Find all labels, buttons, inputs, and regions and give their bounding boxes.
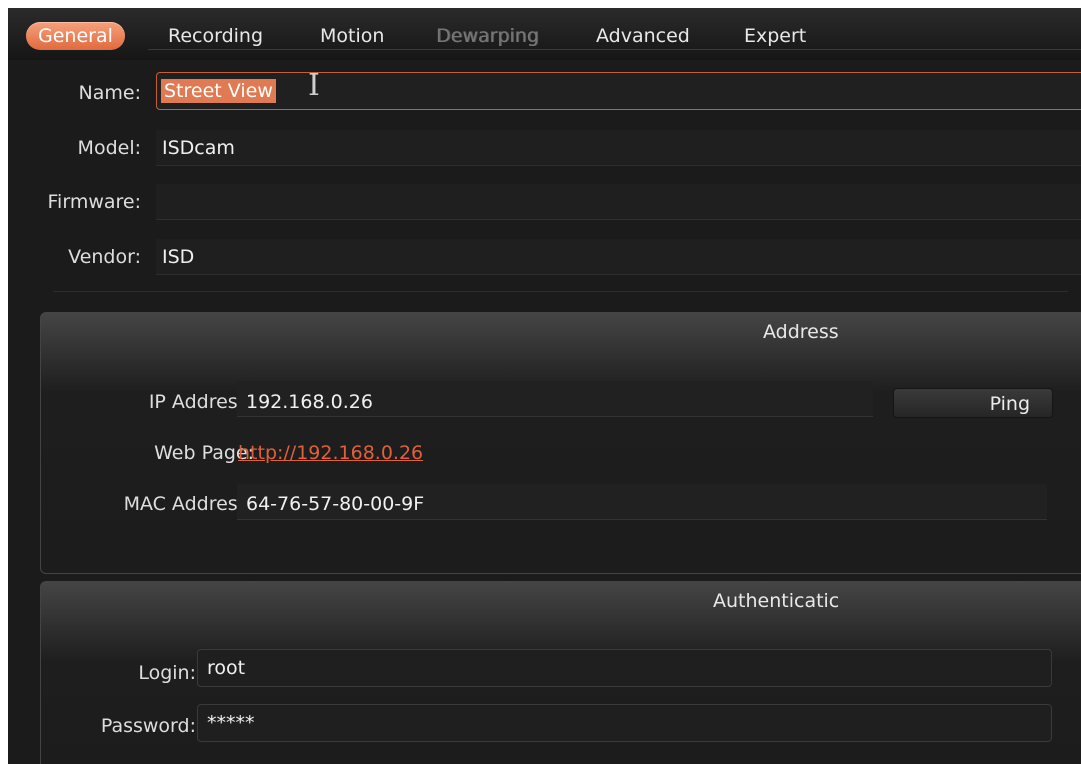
login-input[interactable]: root [197, 649, 1052, 687]
address-group: Address IP Address: 192.168.0.26 Ping We… [40, 312, 1081, 574]
tab-bar: General Recording Motion Dewarping Advan… [8, 8, 1081, 60]
name-input-selected-text: Street View [161, 79, 276, 103]
model-field: ISDcam [156, 130, 1081, 166]
name-input[interactable]: Street View [156, 72, 1081, 110]
text-cursor-icon: I [308, 68, 320, 103]
vendor-label: Vendor: [68, 246, 141, 268]
tab-general[interactable]: General [26, 22, 125, 50]
password-input[interactable]: ***** [197, 704, 1052, 742]
web-page-link[interactable]: http://192.168.0.26 [238, 442, 423, 464]
address-group-title: Address [763, 321, 839, 343]
firmware-label: Firmware: [47, 191, 141, 213]
login-label: Login: [138, 662, 196, 684]
password-label: Password: [100, 715, 196, 737]
name-label: Name: [78, 82, 141, 104]
mac-address-value: 64-76-57-80-00-9F [246, 493, 425, 515]
camera-settings-panel: General Recording Motion Dewarping Advan… [8, 8, 1081, 764]
ping-button[interactable]: Ping [893, 388, 1053, 418]
firmware-field [156, 184, 1081, 220]
model-label: Model: [77, 137, 141, 159]
tab-dewarping: Dewarping [436, 25, 539, 47]
vendor-field: ISD [156, 239, 1081, 275]
tab-advanced[interactable]: Advanced [596, 22, 690, 50]
tab-motion[interactable]: Motion [320, 22, 384, 50]
authentication-group-title: Authenticatic [713, 590, 840, 612]
mac-address-label: MAC Address: [123, 493, 254, 515]
tab-recording[interactable]: Recording [168, 22, 263, 50]
tab-expert[interactable]: Expert [744, 22, 806, 50]
section-divider [53, 291, 1068, 292]
authentication-group: Authenticatic Login: root Password: ****… [40, 581, 1081, 764]
ip-address-value[interactable]: 192.168.0.26 [246, 391, 373, 413]
